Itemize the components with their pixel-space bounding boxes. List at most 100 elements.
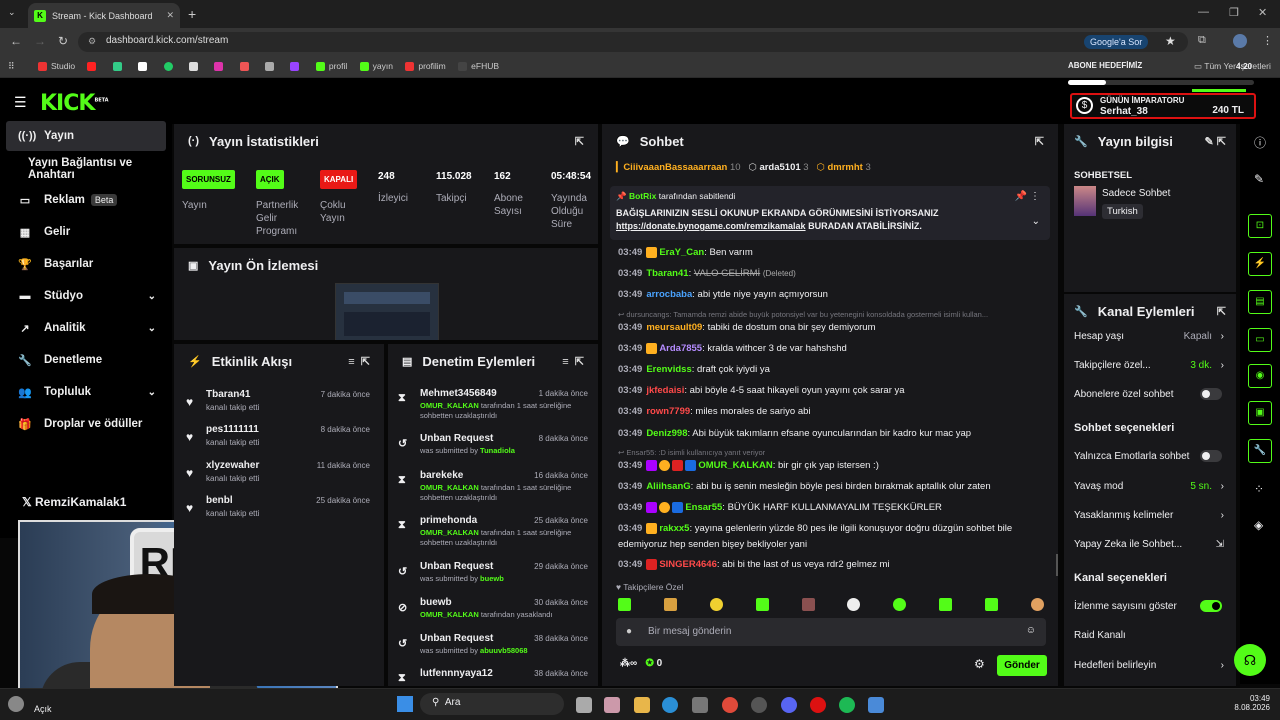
list-item[interactable]: ↺ Unban Request 29 dakika önce was submitte… [396, 561, 590, 597]
notes-icon[interactable]: ▤ [1248, 290, 1272, 314]
list-item[interactable]: ⊘ buewb 30 dakika önce OMUR_KALKAN tarafınd… [396, 597, 590, 633]
discord-icon[interactable] [781, 697, 797, 713]
list-item[interactable]: ♥ pes1111111 8 dakika önce kanalı takip ett… [184, 424, 374, 460]
maximize-icon[interactable]: ❐ [1229, 6, 1239, 19]
sidebar-item-denetleme[interactable]: 🔧 Denetleme [6, 345, 166, 375]
back-icon[interactable]: ← [10, 34, 22, 48]
chat-scrollbar[interactable] [1056, 554, 1058, 576]
chat-message[interactable]: 03:49 Arda7855: kralda withcer 3 de var h… [618, 341, 1048, 356]
chevron-down-icon[interactable]: ⌄ [1032, 216, 1040, 227]
list-item[interactable]: ♥ xlyzewaher 11 dakika önce kanalı takip et… [184, 460, 374, 496]
emote-icon[interactable] [985, 598, 998, 611]
emote-icon[interactable] [755, 598, 769, 611]
bookmark-s[interactable] [239, 61, 253, 71]
info-icon[interactable]: ⓘ [1254, 134, 1266, 151]
emote-icon[interactable] [847, 598, 861, 611]
edit-icon[interactable]: ✎ [1254, 172, 1264, 186]
list-item[interactable]: ⧗ Mehmet3456849 1 dakika önce OMUR_KALKAN t… [396, 388, 590, 424]
set-goals-row[interactable]: Hedefleri belirleyin › [1074, 655, 1226, 675]
chat-message[interactable]: 03:49 Deniz998: Abi büyük takımların efsa… [618, 426, 1048, 441]
extensions-icon[interactable]: ⧉ [1198, 34, 1206, 47]
chat-settings-icon[interactable]: ⚙ [974, 657, 985, 671]
wrench-icon[interactable]: 🔧 [1248, 439, 1272, 463]
bookmark-twitch[interactable] [290, 61, 303, 71]
copilot-icon[interactable] [604, 697, 620, 713]
chat-message[interactable]: 03:49 OMUR_KALKAN: bir gir çık yap isters… [618, 458, 1048, 473]
clip-icon[interactable]: ⊡ [1248, 214, 1272, 238]
follower-only-row[interactable]: Takipçilere özel... 3 dk. › [1074, 355, 1226, 375]
close-tab-icon[interactable]: ✕ [166, 10, 174, 21]
flash-icon[interactable]: ⚡ [1248, 252, 1272, 276]
chat-message[interactable]: 03:49 Ensar55: BÜYÜK HARF KULLANMAYALIM T… [618, 500, 1048, 515]
sidebar-item-basarilar[interactable]: 🏆 Başarılar [6, 249, 166, 279]
menu-kebab-icon[interactable]: ⋮ [1262, 34, 1273, 47]
explorer-icon[interactable] [634, 697, 650, 713]
show-viewcount-toggle[interactable] [1200, 600, 1222, 612]
opera-icon[interactable] [810, 697, 826, 713]
sidebar-item-studyo[interactable]: ▬ Stüdyo ⌄ [6, 281, 166, 311]
slow-mode-row[interactable]: Yavaş mod 5 sn. › [1074, 476, 1226, 496]
hamburger-menu-icon[interactable]: ☰ [14, 94, 27, 111]
save-icon[interactable]: ▣ [1248, 401, 1272, 425]
emote-icon[interactable] [893, 598, 907, 611]
ai-chat-row[interactable]: Yapay Zeka ile Sohbet... ⇲ [1074, 534, 1226, 554]
bookmark-instagram[interactable] [214, 61, 227, 71]
users-icon[interactable]: ⁂∞ [620, 658, 637, 669]
chat-message[interactable]: 03:49 meursault09: tabiki de dostum ona b… [618, 320, 1048, 335]
sidebar-item-droplar[interactable]: 🎁 Droplar ve ödüller [6, 409, 166, 439]
pin-menu-icon[interactable]: 📌 ⋮ [1015, 191, 1040, 202]
store-icon[interactable] [692, 697, 708, 713]
chat-icon[interactable]: ▭ [1248, 328, 1272, 352]
minimize-icon[interactable]: — [1198, 6, 1209, 18]
edge-icon[interactable] [662, 697, 678, 713]
list-item[interactable]: ⧗ primehonda 25 dakika önce OMUR_KALKAN tar… [396, 515, 590, 551]
emote-icon[interactable] [801, 598, 815, 611]
tag-icon[interactable]: ◈ [1254, 518, 1263, 532]
site-info-icon[interactable]: ⚙ [88, 36, 96, 47]
app2-icon[interactable] [868, 697, 884, 713]
new-tab-icon[interactable]: + [188, 6, 196, 22]
bookmark-whatsapp[interactable] [163, 61, 177, 71]
emote-only-toggle[interactable] [1200, 450, 1222, 462]
list-item[interactable]: ♥ benbl 25 dakika önce kanalı takip etti [184, 495, 374, 531]
chat-message[interactable]: 03:49 Tbaran41: VALO GELİRMİ (Deleted) [618, 266, 1048, 281]
spotify-icon[interactable] [839, 697, 855, 713]
app-icon[interactable] [751, 697, 767, 713]
taskview-icon[interactable] [576, 697, 592, 713]
emote-icon[interactable] [618, 598, 631, 611]
profile-avatar[interactable] [1233, 34, 1247, 48]
dots-icon[interactable]: ⁘ [1254, 482, 1264, 496]
close-window-icon[interactable]: ✕ [1258, 6, 1267, 19]
sidebar-item-topluluk[interactable]: 👥 Topluluk ⌄ [6, 377, 166, 407]
emoji-icon[interactable]: ☺ [1026, 625, 1036, 636]
all-bookmarks[interactable]: ▭ Tüm Yer İşaretleri [1194, 61, 1271, 72]
edit-icon[interactable]: ✎ ⇱ [1205, 135, 1227, 148]
weather-icon[interactable] [8, 696, 24, 712]
chat-message[interactable]: 03:49 arrocbaba: abi ytde niye yayın açmı… [618, 287, 1048, 302]
emote-icon[interactable] [1030, 598, 1044, 611]
category-thumbnail[interactable] [1074, 186, 1096, 216]
taskbar-search[interactable]: ⚲ Ara [420, 693, 564, 715]
sidebar-item-reklam[interactable]: ▭ Reklam Beta [6, 185, 166, 215]
chat-message[interactable]: 03:49 EraY_Can: Ben varım [618, 245, 1048, 260]
sidebar-item-yayin[interactable]: ((·)) Yayın [6, 121, 166, 151]
sub-only-toggle[interactable] [1200, 388, 1222, 400]
chat-message[interactable]: 03:49 AliihsanG: abi bu iş senin mesleğin… [618, 479, 1048, 494]
bookmark-star-icon[interactable]: ★ [1165, 34, 1176, 48]
bookmark-efhub[interactable]: eFHUB [458, 61, 499, 71]
chat-input[interactable]: ● Bir mesaj gönderin ☺ [616, 618, 1046, 646]
emote-icon[interactable] [709, 598, 723, 611]
popout-icon[interactable]: ⇱ [1217, 305, 1226, 318]
chrome-icon[interactable] [722, 697, 738, 713]
bookmark-profilim[interactable]: profilim [405, 61, 446, 71]
emote-icon[interactable] [663, 598, 677, 611]
chat-message[interactable]: 03:49 SINGER4646: abi bi the last of us v… [618, 557, 1048, 572]
kick-logo[interactable]: KICKBETA [40, 91, 109, 116]
chat-message[interactable]: 03:49 rakxx5: yayına gelenlerin yüzde 80 … [618, 521, 1048, 536]
google-sor-button[interactable]: Google'a Sor [1084, 35, 1149, 49]
pinned-message[interactable]: 📌 BotRix tarafından sabitlendi 📌 ⋮ BAĞIŞ… [610, 186, 1050, 240]
chat-message[interactable]: 03:49 jkfedaisi: abi böyle 4-5 saat hikay… [618, 383, 1048, 398]
chat-message[interactable]: 03:49 rown7799: miles morales de sariyo a… [618, 404, 1048, 419]
bookmark-drive[interactable] [112, 61, 126, 71]
url-input[interactable]: dashboard.kick.com/stream [78, 32, 1188, 52]
